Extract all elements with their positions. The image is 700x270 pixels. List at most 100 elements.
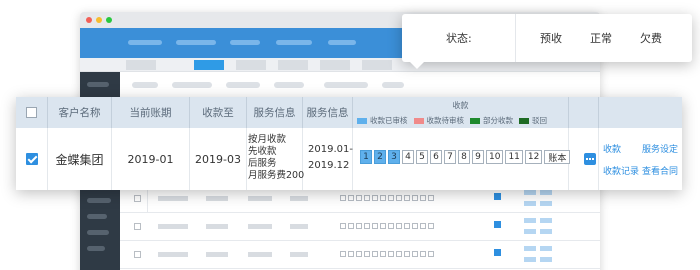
customer-collection-table: 客户名称 当前账期 收款至 服务信息 服务信息 收款 收款已审核 收款待审核 部… (16, 97, 682, 190)
legend-swatch-partial (470, 117, 480, 124)
service-info: 按月收款 先收款 后服务 月服务费200 (248, 134, 304, 182)
sidebar-item[interactable] (87, 198, 111, 203)
customer-name: 金蝶集团 (48, 128, 112, 190)
month-cell-4[interactable]: 4 (402, 150, 414, 164)
service-monthly-fee: 月服务费200 (248, 170, 305, 181)
row-checkbox[interactable] (134, 251, 141, 258)
status-filter-popup: 状态: 预收 正常 欠费 (402, 14, 692, 69)
month-cell-3[interactable]: 3 (388, 150, 400, 164)
collection-legend: 收款已审核 收款待审核 部分收款 驳回 (357, 115, 568, 126)
filter-placeholder (382, 82, 404, 88)
maximize-window-icon[interactable] (106, 17, 112, 23)
account-book-button[interactable]: 账本 (544, 150, 571, 164)
status-option-normal[interactable]: 正常 (590, 30, 612, 46)
select-all-checkbox[interactable] (26, 107, 37, 118)
status-option-arrears[interactable]: 欠费 (640, 30, 662, 46)
sub-tab[interactable] (126, 60, 156, 70)
header-collected-to[interactable]: 收款至 (190, 97, 247, 128)
month-grid-placeholder (340, 251, 434, 257)
more-dot-icon (592, 158, 594, 160)
collection-title: 收款 (452, 101, 469, 110)
header-current-period[interactable]: 当前账期 (112, 97, 190, 128)
more-dot-icon (586, 158, 588, 160)
month-cell-11[interactable]: 11 (505, 150, 523, 164)
legend-swatch-pending (413, 117, 424, 124)
filter-placeholder (226, 82, 260, 88)
table-row[interactable] (120, 241, 600, 269)
month-cell-1[interactable]: 1 (360, 150, 372, 164)
service-serve-after: 后服务 (248, 158, 277, 169)
header-more (569, 97, 599, 128)
service-collect-first: 先收款 (248, 146, 277, 157)
sub-tab[interactable] (236, 60, 266, 70)
sidebar-item[interactable] (87, 230, 109, 235)
month-cell-7[interactable]: 7 (444, 150, 456, 164)
current-period: 2019-01 (112, 128, 190, 190)
month-cell-2[interactable]: 2 (374, 150, 386, 164)
month-collection-grid: 1 2 3 4 5 6 7 8 9 10 11 12 账本 (360, 150, 571, 164)
filter-placeholder (324, 82, 368, 88)
header-customer-name[interactable]: 客户名称 (48, 97, 112, 128)
legend-pending: 收款待审核 (413, 115, 464, 126)
legend-approved: 收款已审核 (357, 115, 408, 126)
table-row[interactable] (120, 213, 600, 241)
month-cell-6[interactable]: 6 (430, 150, 442, 164)
row-checkbox-checked[interactable] (26, 153, 38, 165)
row-select-cell (16, 128, 48, 190)
collected-to: 2019-03 (190, 128, 247, 190)
month-grid-placeholder (340, 223, 434, 229)
minimize-window-icon[interactable] (96, 17, 102, 23)
service-period: 2019.01- 2019.12 (308, 142, 353, 174)
service-settings-link[interactable]: 服务设定 (642, 142, 678, 155)
header-select-cell (16, 97, 48, 128)
table-header: 客户名称 当前账期 收款至 服务信息 服务信息 收款 收款已审核 收款待审核 部… (16, 97, 682, 128)
legend-swatch-rejected (519, 117, 529, 124)
close-window-icon[interactable] (86, 17, 92, 23)
header-collection: 收款 收款已审核 收款待审核 部分收款 驳回 (353, 97, 569, 128)
sidebar-item[interactable] (87, 214, 107, 219)
sidebar-item[interactable] (87, 246, 105, 251)
month-cell-10[interactable]: 10 (486, 150, 504, 164)
legend-partial: 部分收款 (470, 115, 513, 126)
month-cell-5[interactable]: 5 (416, 150, 428, 164)
table-row-selected[interactable]: 金蝶集团 2019-01 2019-03 按月收款 先收款 后服务 月服务费20… (16, 128, 682, 190)
sidebar-item[interactable] (87, 82, 109, 87)
collection-records-link[interactable]: 收款记录 (603, 164, 639, 177)
sub-tab[interactable] (320, 60, 350, 70)
filter-placeholder (172, 82, 212, 88)
month-cell-8[interactable]: 8 (458, 150, 470, 164)
nav-placeholder (176, 40, 216, 45)
service-period-end: 2019.12 (308, 160, 350, 171)
popup-divider (515, 14, 516, 62)
row-more-button[interactable] (494, 249, 501, 256)
collect-link[interactable]: 收款 (603, 142, 621, 155)
month-cell-9[interactable]: 9 (472, 150, 484, 164)
sub-tab[interactable] (362, 60, 392, 70)
nav-placeholder (128, 40, 162, 45)
filter-placeholder (132, 82, 158, 88)
row-more-button[interactable] (494, 221, 501, 228)
nav-placeholder (276, 40, 312, 45)
row-more-button[interactable] (494, 193, 501, 200)
sub-tab-active[interactable] (194, 60, 224, 70)
actions-cell (599, 128, 682, 190)
more-dot-icon (589, 158, 591, 160)
view-contract-link[interactable]: 查看合同 (642, 164, 678, 177)
service-billing-mode: 按月收款 (248, 134, 287, 145)
header-service-info-period[interactable]: 服务信息 (303, 97, 353, 128)
sub-tab[interactable] (278, 60, 308, 70)
legend-rejected: 驳回 (519, 115, 547, 126)
filter-placeholder (274, 82, 304, 88)
row-checkbox[interactable] (134, 223, 141, 230)
status-label: 状态: (446, 32, 472, 45)
month-grid-placeholder (340, 195, 434, 201)
service-period-start: 2019.01- (308, 144, 353, 155)
header-actions (599, 97, 682, 128)
status-option-prepaid[interactable]: 预收 (540, 30, 562, 46)
legend-swatch-approved (357, 117, 367, 124)
month-cell-12[interactable]: 12 (524, 150, 543, 164)
nav-placeholder (230, 40, 260, 45)
header-service-info[interactable]: 服务信息 (247, 97, 303, 128)
more-options-button[interactable] (584, 153, 596, 165)
nav-placeholder (328, 40, 356, 45)
